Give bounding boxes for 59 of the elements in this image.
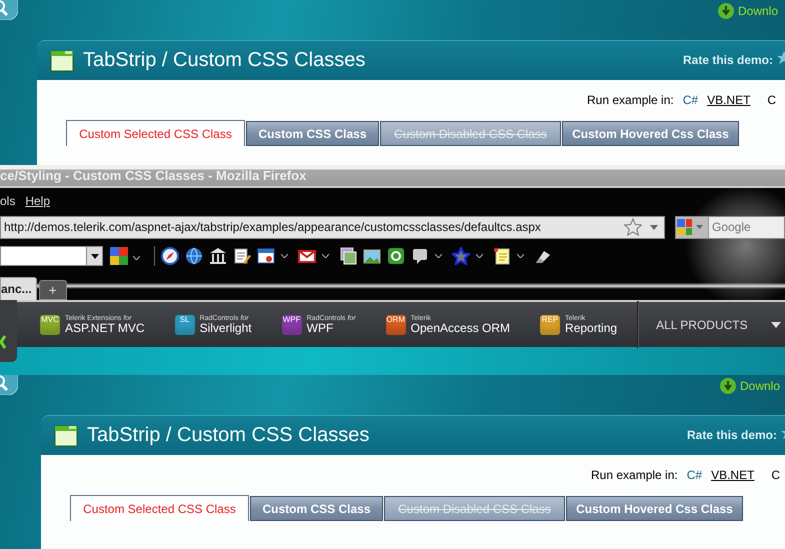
compass-icon[interactable] bbox=[161, 247, 179, 265]
rate-label: Rate this demo: bbox=[687, 428, 778, 442]
language-link[interactable]: VB.NET bbox=[707, 93, 750, 107]
tab[interactable]: Custom Selected CSS Class bbox=[66, 120, 245, 146]
caret-icon[interactable] bbox=[322, 254, 329, 258]
rate-label: Rate this demo: bbox=[683, 53, 774, 67]
language-link[interactable]: C bbox=[767, 93, 776, 107]
language-link[interactable]: C bbox=[771, 468, 780, 482]
logo-icon[interactable] bbox=[109, 246, 129, 266]
language-link[interactable]: C# bbox=[682, 93, 698, 107]
dropdown-field[interactable] bbox=[0, 246, 103, 266]
globe-icon[interactable] bbox=[185, 247, 203, 265]
search-field[interactable]: Google bbox=[709, 219, 784, 235]
star-icon[interactable] bbox=[452, 247, 470, 265]
caret-icon[interactable] bbox=[517, 254, 524, 258]
all-products-menu[interactable]: ALL PRODUCTS bbox=[656, 318, 781, 332]
language-link[interactable]: VB.NET bbox=[711, 468, 754, 482]
download-icon[interactable] bbox=[720, 378, 736, 394]
calendar-icon[interactable] bbox=[257, 247, 275, 265]
envelope-icon[interactable] bbox=[298, 247, 316, 265]
menu-item[interactable]: Help bbox=[25, 192, 50, 210]
notepad-icon[interactable] bbox=[493, 247, 511, 265]
photo-icon[interactable] bbox=[339, 247, 357, 265]
caret-icon[interactable] bbox=[770, 322, 781, 328]
run-label: Run example in: bbox=[587, 93, 674, 107]
speech-bubble-icon[interactable] bbox=[411, 247, 429, 265]
product-link[interactable]: ASP.NET MVC bbox=[65, 322, 145, 334]
caret-icon[interactable] bbox=[476, 254, 483, 258]
product-link[interactable]: WPF bbox=[306, 322, 356, 334]
window-title: ce/Styling - Custom CSS Classes - Mozilla Firefox bbox=[0, 168, 306, 185]
demo-title: TabStrip / Custom CSS Classes bbox=[87, 424, 370, 447]
caret-icon[interactable] bbox=[281, 254, 288, 258]
menu-item[interactable]: ols bbox=[0, 192, 16, 210]
product-link[interactable]: Reporting bbox=[565, 322, 618, 334]
notepad-icon[interactable] bbox=[233, 247, 251, 265]
window-icon bbox=[50, 50, 74, 72]
product-link[interactable]: Silverlight bbox=[200, 322, 252, 334]
product-badge[interactable]: ORM bbox=[386, 314, 406, 334]
tab[interactable]: Custom Selected CSS Class bbox=[70, 495, 249, 521]
demo-title: TabStrip / Custom CSS Classes bbox=[83, 49, 366, 72]
browser-tab[interactable]: anc... bbox=[0, 277, 37, 300]
caret-icon[interactable] bbox=[435, 254, 442, 258]
window-icon bbox=[54, 424, 78, 446]
dropdown-arrow-icon[interactable] bbox=[90, 254, 98, 258]
address-bar[interactable]: http://demos.telerik.com/aspnet-ajax/tabstrip/examples/appearance/customcssclasses/defaultcs.aspx bbox=[0, 216, 665, 238]
download-link[interactable]: Downlo bbox=[738, 4, 778, 18]
building-icon[interactable] bbox=[209, 247, 227, 265]
product-badge[interactable]: WPF bbox=[282, 314, 302, 334]
product-link[interactable]: OpenAccess ORM bbox=[410, 322, 510, 334]
search-box[interactable]: Google bbox=[675, 216, 785, 238]
download-link[interactable]: Downlo bbox=[740, 379, 780, 393]
sync-icon[interactable] bbox=[387, 247, 405, 265]
language-link[interactable]: C# bbox=[686, 468, 702, 482]
star-icon[interactable] bbox=[624, 218, 642, 236]
new-tab-button[interactable]: + bbox=[38, 280, 67, 300]
caret-icon[interactable] bbox=[133, 256, 140, 260]
run-label: Run example in: bbox=[591, 468, 678, 482]
picture-icon[interactable] bbox=[363, 247, 381, 265]
download-icon[interactable] bbox=[718, 3, 734, 19]
